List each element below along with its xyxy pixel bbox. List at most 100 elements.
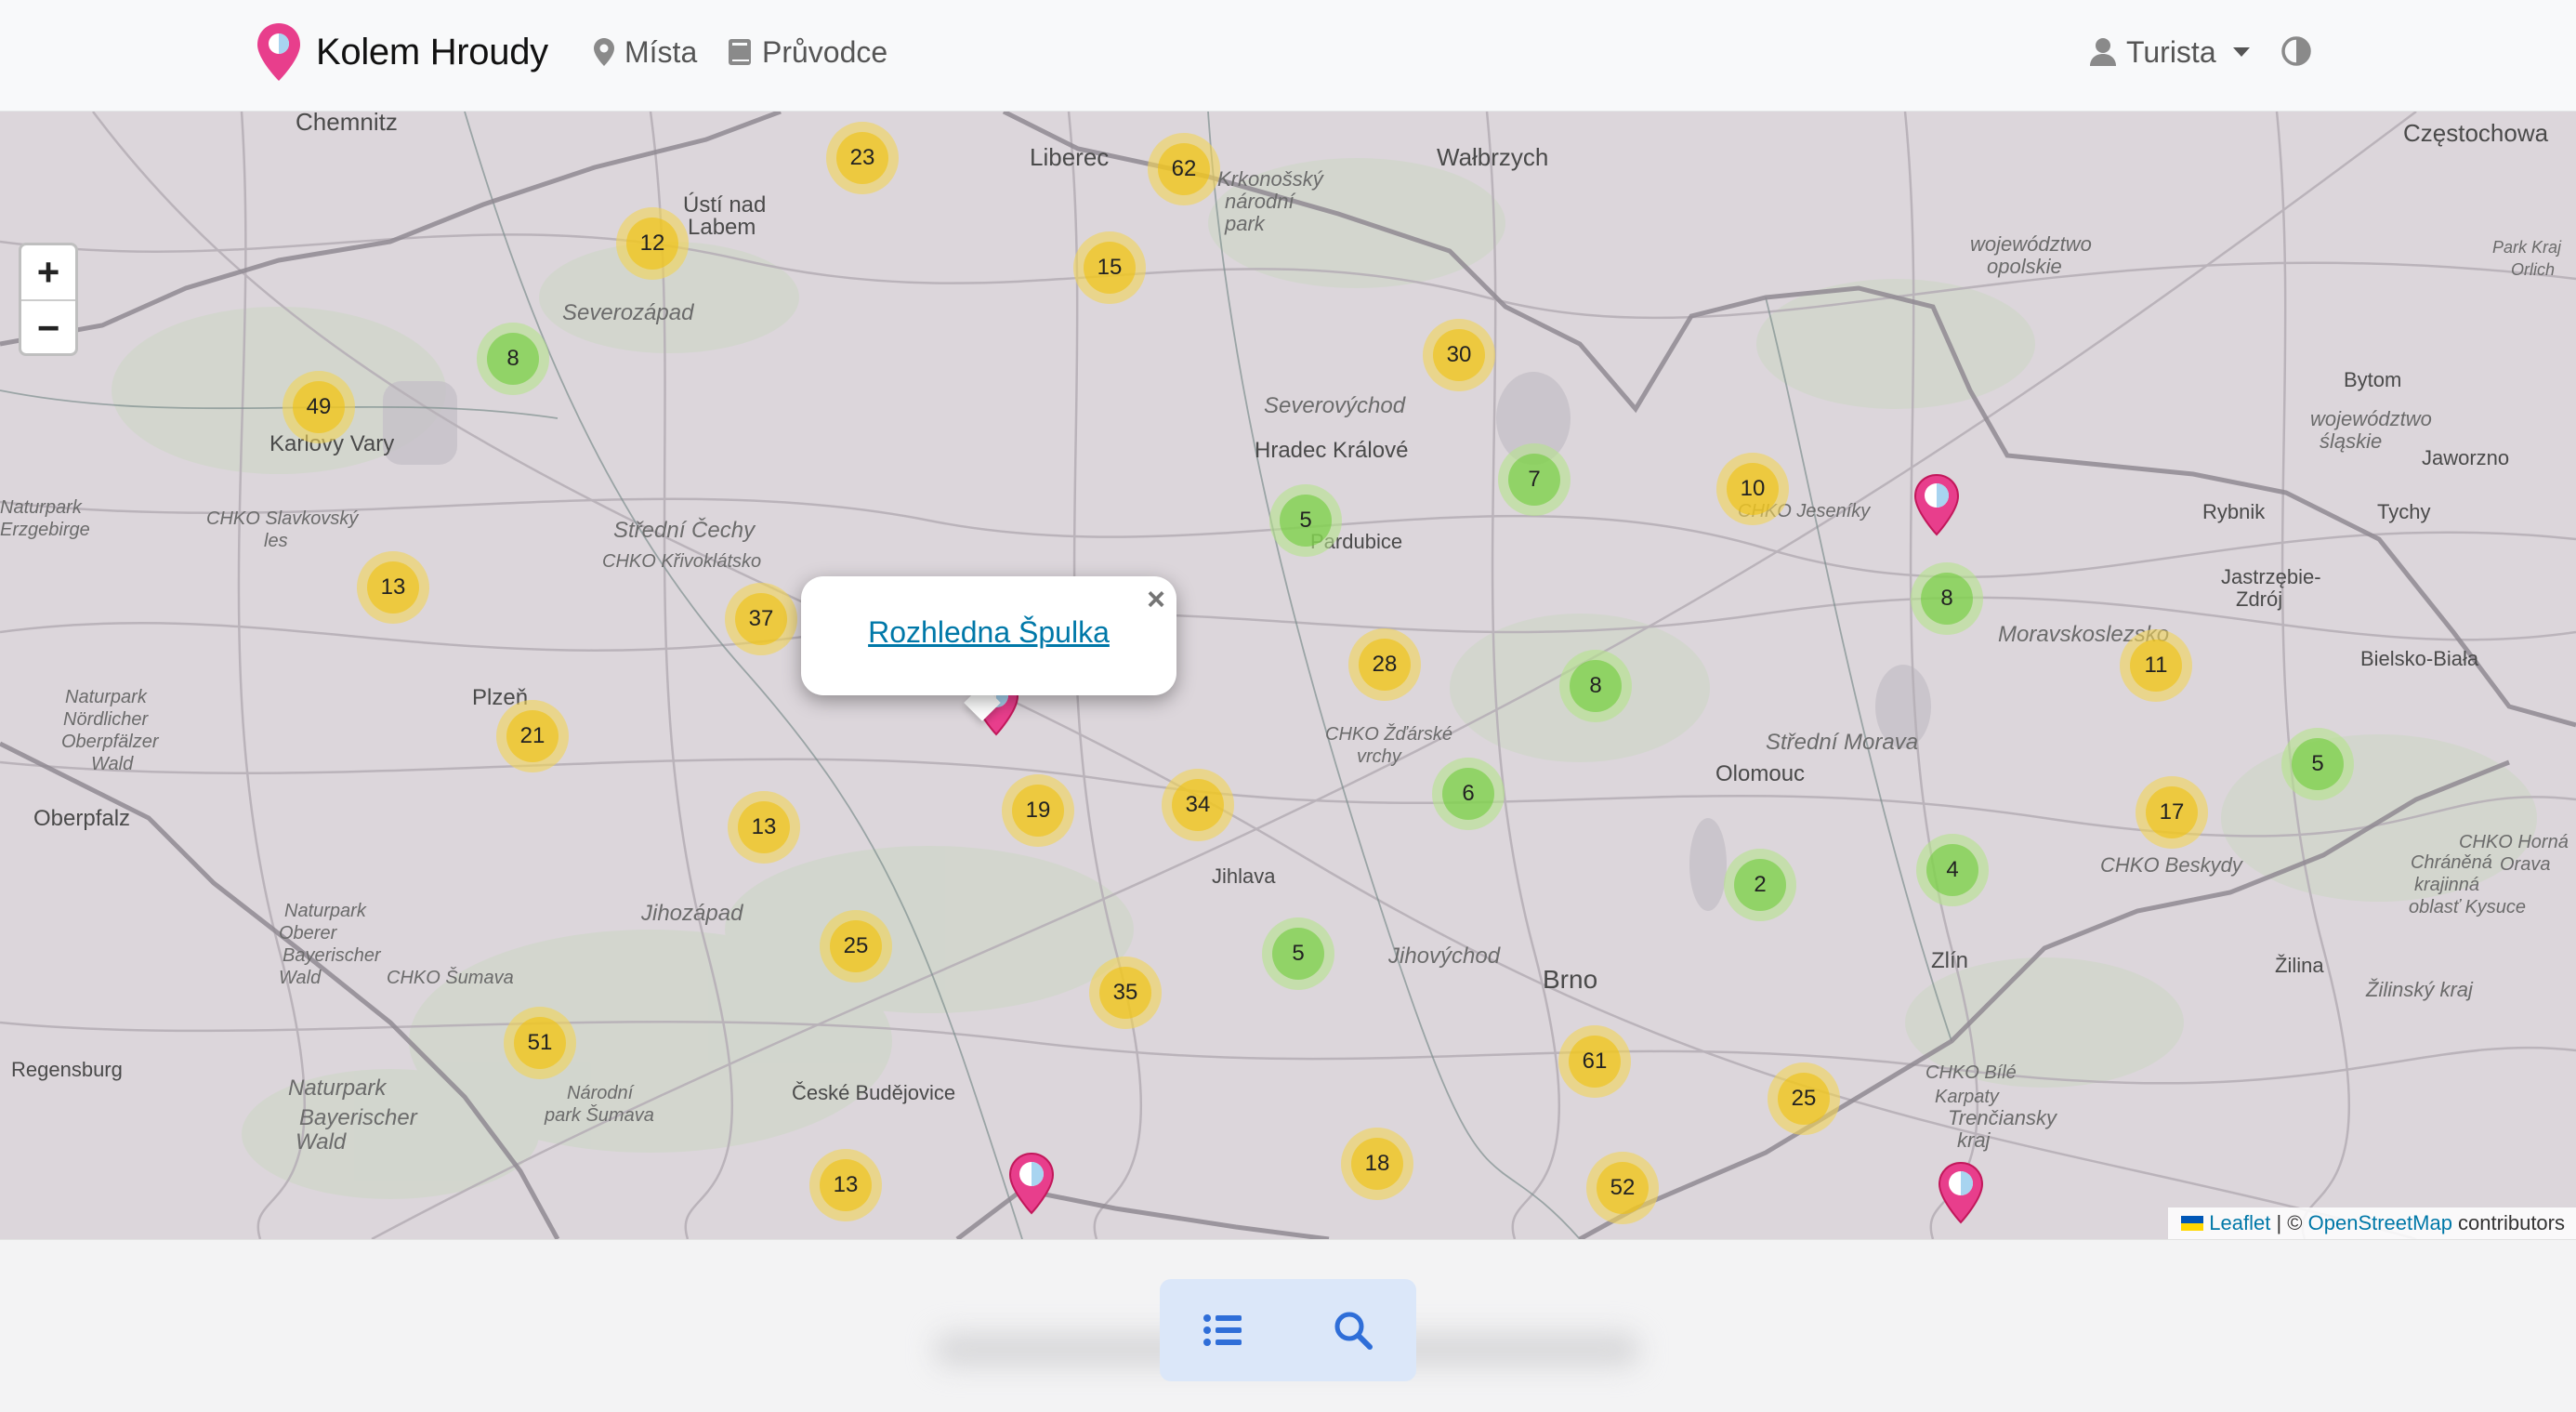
book-icon <box>729 39 751 65</box>
marker-cluster[interactable]: 49 <box>283 371 355 443</box>
osm-link[interactable]: OpenStreetMap <box>2308 1211 2452 1235</box>
caret-down-icon <box>2232 47 2250 57</box>
nav-link-pruvodce[interactable]: Průvodce <box>727 28 887 76</box>
marker-cluster-count: 52 <box>1597 1162 1649 1214</box>
marker-cluster-count: 17 <box>2146 786 2198 838</box>
user-dropdown[interactable]: Turista <box>2089 28 2250 76</box>
place-marker[interactable] <box>1935 1159 1987 1226</box>
map-place-label: Wald <box>296 1129 347 1155</box>
marker-cluster-count: 30 <box>1433 329 1485 381</box>
marker-cluster[interactable]: 8 <box>1911 562 1983 635</box>
contrast-icon[interactable] <box>2280 35 2312 67</box>
place-marker[interactable] <box>1005 1150 1058 1217</box>
marker-cluster[interactable]: 19 <box>1002 774 1074 847</box>
marker-cluster-count: 15 <box>1084 242 1136 294</box>
marker-cluster[interactable]: 62 <box>1148 133 1220 205</box>
leaflet-link[interactable]: Leaflet <box>2209 1211 2270 1235</box>
marker-cluster[interactable]: 4 <box>1916 834 1989 906</box>
map-place-label: Liberec <box>1030 143 1109 171</box>
map-place-label: Regensburg <box>11 1058 123 1081</box>
marker-cluster[interactable]: 52 <box>1586 1152 1659 1224</box>
marker-cluster[interactable]: 5 <box>1262 917 1334 990</box>
map-place-label: Oberpfälzer <box>61 732 160 752</box>
zoom-control: + − <box>19 243 78 356</box>
user-icon <box>2090 38 2116 66</box>
map-place-label: Naturpark <box>284 901 367 921</box>
marker-cluster-count: 61 <box>1569 1036 1621 1088</box>
marker-cluster[interactable]: 28 <box>1348 628 1421 701</box>
map-place-label: České Budějovice <box>792 1081 955 1104</box>
marker-cluster[interactable]: 51 <box>504 1007 576 1079</box>
map-place-label: Oberpfalz <box>33 806 130 831</box>
marker-cluster[interactable]: 13 <box>357 551 429 624</box>
map-place-label: park Šumava <box>544 1104 654 1126</box>
popup-close-button[interactable]: × <box>1147 582 1165 618</box>
search-button[interactable] <box>1325 1302 1381 1358</box>
marker-cluster[interactable]: 37 <box>725 583 797 655</box>
map-place-label: województwo <box>2310 407 2432 430</box>
marker-cluster[interactable]: 21 <box>496 700 569 772</box>
brand-link[interactable]: Kolem Hroudy <box>255 20 548 84</box>
map-place-label: Labem <box>688 215 756 240</box>
marker-cluster[interactable]: 34 <box>1162 769 1234 841</box>
marker-cluster-count: 28 <box>1359 639 1411 691</box>
map-place-label: CHKO Žďárské <box>1325 723 1452 745</box>
marker-cluster-count: 25 <box>830 920 882 972</box>
marker-cluster[interactable]: 25 <box>820 910 892 983</box>
location-pin-logo-icon <box>257 23 300 81</box>
popup-place-link[interactable]: Rozhledna Špulka <box>801 615 1176 650</box>
marker-cluster[interactable]: 11 <box>2120 629 2192 702</box>
map-place-label: Wald <box>91 754 134 774</box>
marker-cluster[interactable]: 5 <box>2281 728 2354 800</box>
marker-cluster[interactable]: 18 <box>1341 1128 1413 1200</box>
marker-cluster-count: 25 <box>1778 1073 1830 1125</box>
marker-cluster[interactable]: 2 <box>1724 849 1796 921</box>
map-place-label: Orava <box>2500 854 2550 875</box>
marker-cluster[interactable]: 30 <box>1423 319 1495 391</box>
marker-cluster-count: 13 <box>367 561 419 614</box>
marker-cluster-count: 13 <box>738 801 790 853</box>
list-view-button[interactable] <box>1195 1302 1251 1358</box>
nav-link-mista[interactable]: Místa <box>593 28 697 76</box>
marker-cluster[interactable]: 10 <box>1716 453 1789 525</box>
marker-cluster[interactable]: 25 <box>1768 1062 1840 1135</box>
marker-cluster-count: 13 <box>820 1159 872 1211</box>
map-place-label: Jihovýchod <box>1387 944 1501 969</box>
marker-cluster-count: 6 <box>1442 768 1494 820</box>
map-place-label: Jastrzębie- <box>2221 565 2321 588</box>
map-place-label: CHKO Křivoklátsko <box>602 551 761 572</box>
marker-cluster[interactable]: 5 <box>1269 484 1342 557</box>
map-place-label: kraj <box>1957 1128 1991 1152</box>
map-place-label: Brno <box>1543 965 1597 994</box>
map-place-label: Střední Čechy <box>613 517 756 543</box>
map-place-label: Naturpark <box>288 1075 388 1101</box>
marker-cluster[interactable]: 7 <box>1498 443 1571 516</box>
marker-cluster[interactable]: 8 <box>1559 650 1632 722</box>
map-place-label: Zdrój <box>2236 587 2282 611</box>
marker-cluster[interactable]: 12 <box>616 207 689 280</box>
map-place-label: Tychy <box>2377 500 2430 523</box>
marker-cluster[interactable]: 13 <box>728 791 800 864</box>
map-place-label: CHKO Bílé <box>1925 1062 2017 1083</box>
marker-cluster-count: 8 <box>1921 573 1973 625</box>
view-switcher <box>1160 1279 1416 1381</box>
map-place-label: Karpaty <box>1935 1087 2000 1107</box>
marker-cluster-count: 10 <box>1727 463 1779 515</box>
map-place-label: Severozápad <box>562 300 694 325</box>
map-container[interactable]: Chemnitz Liberec Wałbrzych Częstochowa Ústí … <box>0 112 2576 1239</box>
marker-cluster[interactable]: 17 <box>2136 776 2208 849</box>
marker-cluster[interactable]: 23 <box>826 122 899 194</box>
marker-cluster[interactable]: 15 <box>1073 231 1146 304</box>
map-place-label: Žilina <box>2275 954 2324 977</box>
marker-cluster[interactable]: 8 <box>477 323 549 395</box>
marker-cluster[interactable]: 13 <box>809 1149 882 1221</box>
place-marker[interactable] <box>1911 471 1963 538</box>
marker-cluster[interactable]: 6 <box>1432 758 1505 830</box>
zoom-in-button[interactable]: + <box>21 245 75 301</box>
map-place-label: Erzgebirge <box>0 520 90 540</box>
marker-cluster[interactable]: 35 <box>1089 957 1162 1029</box>
marker-cluster[interactable]: 61 <box>1558 1025 1631 1098</box>
map-place-label: Ústí nad <box>683 192 766 218</box>
map-place-label: Střední Morava <box>1766 730 1918 755</box>
zoom-out-button[interactable]: − <box>21 301 75 353</box>
